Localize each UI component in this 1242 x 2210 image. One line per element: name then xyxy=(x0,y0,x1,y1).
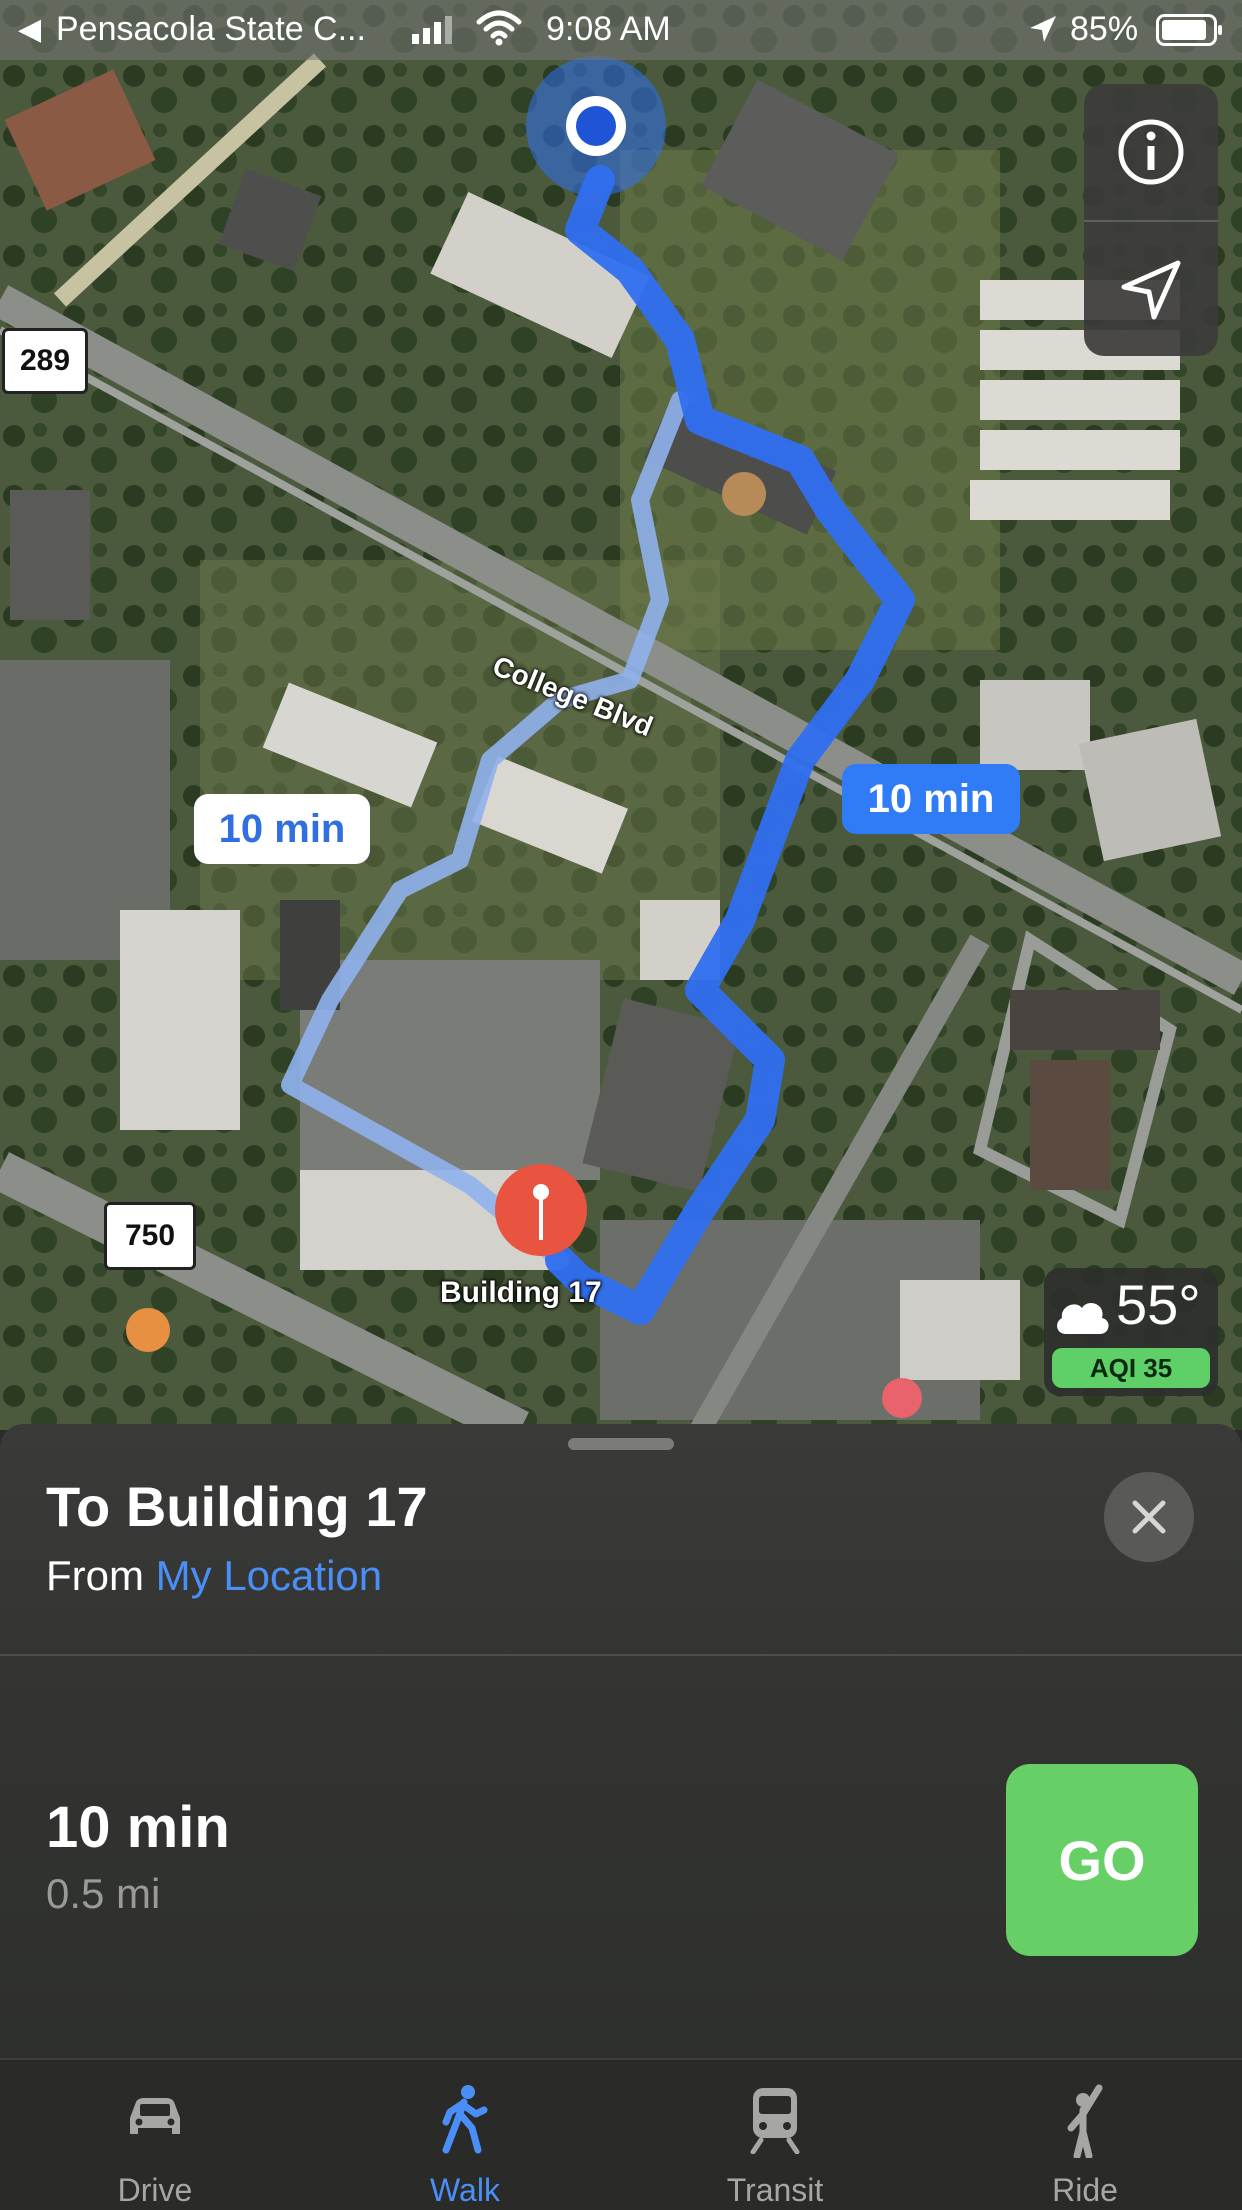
tab-walk-label: Walk xyxy=(430,2172,500,2208)
sheet-title: To Building 17 xyxy=(46,1475,428,1538)
tab-drive[interactable]: Drive xyxy=(0,2060,310,2210)
close-icon xyxy=(1132,1500,1166,1534)
route-289-shield: 289 xyxy=(2,328,88,394)
cellular-signal-icon xyxy=(412,16,452,44)
track-location-button[interactable] xyxy=(1084,222,1218,358)
directions-sheet: To Building 17 From My Location 10 min 0… xyxy=(0,1424,1242,2060)
route-distance: 0.5 mi xyxy=(46,1870,161,1917)
from-line: From My Location xyxy=(46,1552,382,1600)
location-services-icon xyxy=(1030,16,1056,42)
info-button[interactable] xyxy=(1084,84,1218,220)
status-bar: ◀ Pensacola State C... 9:08 AM 85% xyxy=(0,0,1242,60)
tab-transit-label: Transit xyxy=(726,2172,824,2208)
tab-walk[interactable]: Walk xyxy=(310,2060,620,2210)
close-button[interactable] xyxy=(1104,1472,1194,1562)
battery-percent: 85% xyxy=(1070,10,1139,48)
car-icon xyxy=(130,2098,180,2134)
aqi-badge: AQI 35 xyxy=(1052,1348,1210,1388)
back-arrow-icon[interactable]: ◀ xyxy=(18,12,41,47)
tab-ride[interactable]: Ride xyxy=(930,2060,1240,2210)
wifi-icon xyxy=(476,10,522,46)
from-location-link[interactable]: My Location xyxy=(156,1552,382,1599)
train-icon xyxy=(750,2088,800,2154)
sheet-divider xyxy=(0,1654,1242,1656)
route-time: 10 min xyxy=(46,1795,230,1860)
map-controls xyxy=(1084,84,1218,356)
go-button[interactable]: GO xyxy=(1006,1764,1198,1956)
transport-mode-tabbar: Drive Walk Transit Ride xyxy=(0,2058,1242,2210)
map-view[interactable]: 289 750 College Blvd 10 min 10 min Build… xyxy=(0,0,1242,1430)
status-time: 9:08 AM xyxy=(546,10,671,48)
ride-icon xyxy=(1067,2084,1103,2158)
location-arrow-icon xyxy=(1121,260,1181,320)
info-icon xyxy=(1118,119,1184,185)
route-750-shield: 750 xyxy=(104,1202,196,1270)
walk-icon xyxy=(442,2085,488,2154)
tab-drive-label: Drive xyxy=(117,2172,193,2208)
sheet-grabber[interactable] xyxy=(568,1438,674,1450)
back-app-label[interactable]: Pensacola State C... xyxy=(56,10,366,49)
alternate-route-time-label[interactable]: 10 min xyxy=(194,794,370,864)
from-prefix: From xyxy=(46,1552,144,1599)
battery-icon xyxy=(1156,14,1222,46)
temperature: 55° xyxy=(1116,1273,1201,1336)
weather-widget[interactable]: 55° AQI 35 xyxy=(1044,1268,1218,1396)
destination-pin-label: Building 17 xyxy=(440,1276,602,1309)
primary-route-time-label[interactable]: 10 min xyxy=(842,764,1020,834)
tab-ride-label: Ride xyxy=(1052,2172,1118,2208)
tab-transit[interactable]: Transit xyxy=(620,2060,930,2210)
cloud-icon xyxy=(1057,1303,1109,1334)
